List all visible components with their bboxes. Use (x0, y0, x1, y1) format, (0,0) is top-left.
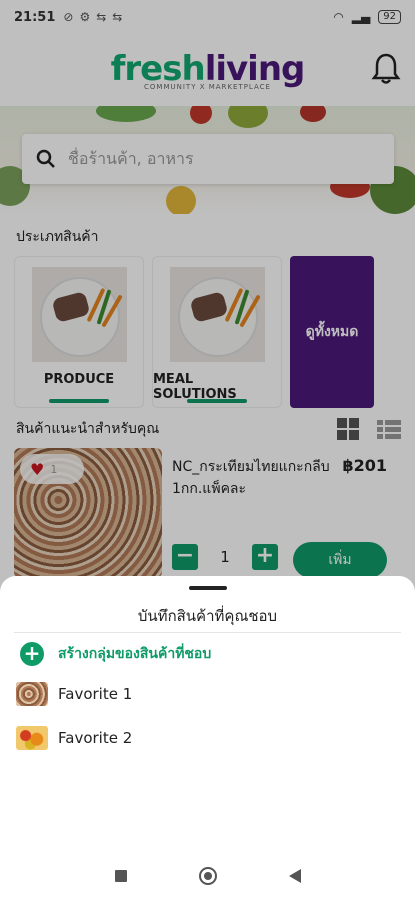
favorites-bottom-sheet: บันทึกสินค้าที่คุณชอบ + สร้างกลุ่มของสิน… (0, 576, 415, 851)
create-favorite-group-button[interactable]: + สร้างกลุ่มของสินค้าที่ชอบ (20, 642, 211, 666)
favorite-name: Favorite 1 (58, 685, 133, 703)
back-button[interactable] (288, 868, 301, 883)
create-group-label: สร้างกลุ่มของสินค้าที่ชอบ (58, 646, 212, 662)
add-circle-icon: + (20, 642, 44, 666)
home-button[interactable] (198, 866, 217, 885)
recents-button[interactable] (114, 869, 127, 882)
divider (14, 632, 401, 633)
favorite-name: Favorite 2 (58, 729, 133, 747)
sheet-title: บันทึกสินค้าที่คุณชอบ (137, 607, 278, 625)
android-nav-bar (0, 851, 415, 900)
favorite-thumbnail (16, 726, 48, 750)
sheet-drag-handle[interactable] (189, 586, 227, 590)
favorite-item-1[interactable]: Favorite 1 (16, 682, 132, 706)
favorite-thumbnail (16, 682, 48, 706)
favorite-item-2[interactable]: Favorite 2 (16, 726, 132, 750)
